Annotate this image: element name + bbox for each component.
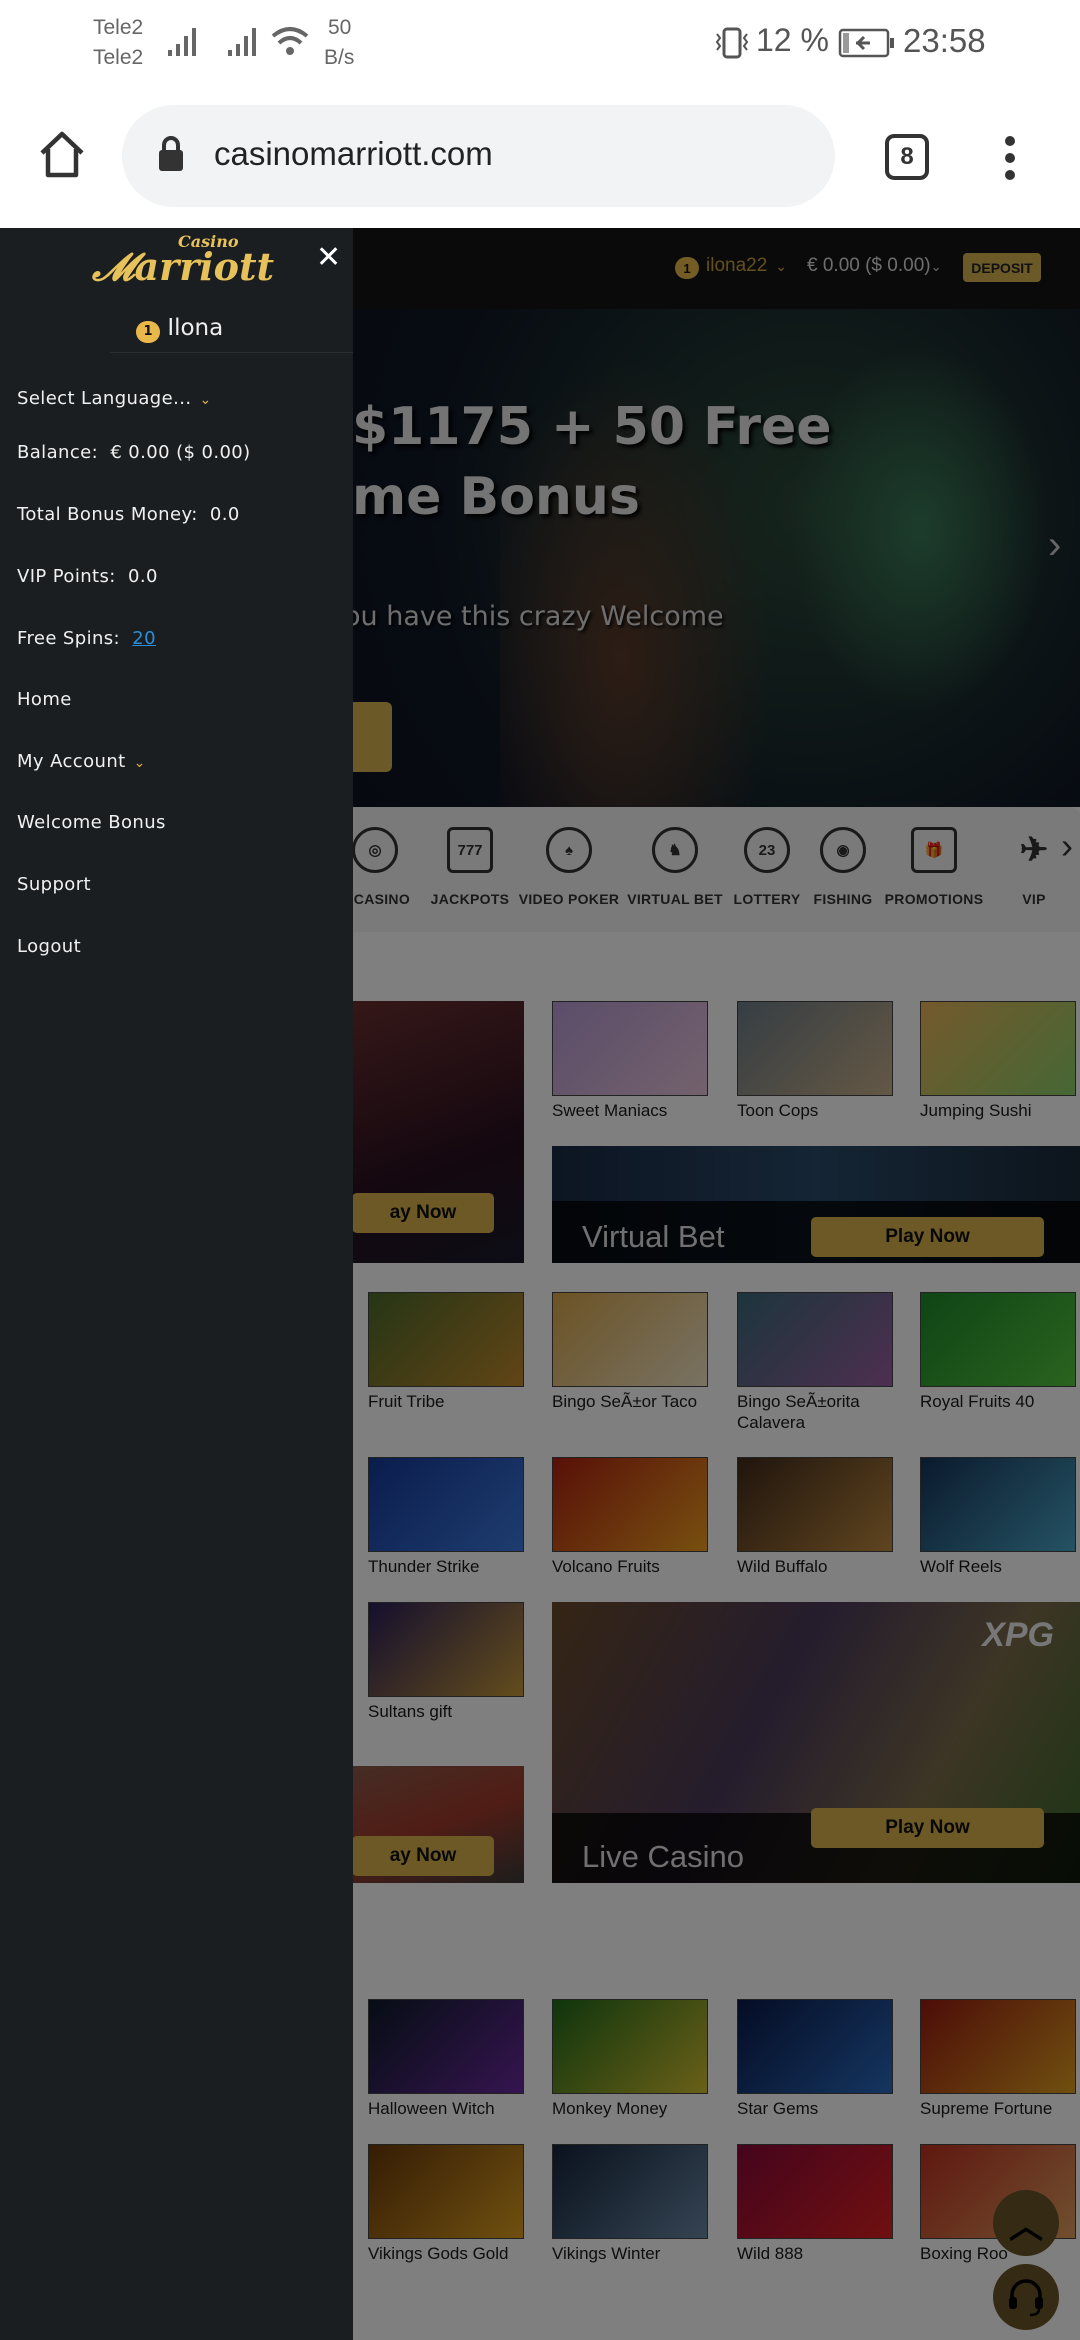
free-spins-link[interactable]: 20 bbox=[132, 628, 156, 649]
vip-value: 0.0 bbox=[127, 566, 158, 587]
lock-icon bbox=[159, 136, 183, 171]
carrier-1: Tele2 bbox=[93, 16, 144, 39]
clock: 23:58 bbox=[903, 22, 986, 59]
select-language-label: Select Language... bbox=[17, 388, 192, 409]
drawer-vip-points: VIP Points: 0.0 bbox=[17, 566, 158, 587]
signal-icon-2 bbox=[228, 28, 256, 56]
menu-my-account[interactable]: My Account ⌄ bbox=[17, 751, 146, 772]
net-speed-value: 50 bbox=[328, 16, 352, 39]
net-speed-unit: B/s bbox=[324, 46, 355, 69]
menu-logout[interactable]: Logout bbox=[17, 936, 81, 957]
menu-welcome-bonus[interactable]: Welcome Bonus bbox=[17, 812, 166, 833]
vip-label: VIP Points: bbox=[17, 566, 116, 587]
vibrate-icon bbox=[715, 27, 749, 59]
casino-marriott-logo[interactable]: 𝓜arriott Casino bbox=[92, 232, 274, 290]
battery-percent: 12 % bbox=[756, 22, 829, 58]
close-drawer-icon[interactable]: ✕ bbox=[316, 240, 341, 275]
status-bar: Tele2 Tele2 50 B/s 12 % 23:58 bbox=[0, 0, 1080, 75]
browser-toolbar: casinomarriott.com 8 bbox=[0, 75, 1080, 228]
my-account-label: My Account bbox=[17, 751, 126, 772]
drawer-balance: Balance: € 0.00 ($ 0.00) bbox=[17, 442, 251, 463]
url-text[interactable]: casinomarriott.com bbox=[214, 135, 493, 173]
menu-home[interactable]: Home bbox=[17, 689, 72, 710]
balance-value: € 0.00 ($ 0.00) bbox=[110, 442, 251, 463]
carrier-2: Tele2 bbox=[93, 46, 144, 69]
wifi-icon bbox=[271, 27, 309, 55]
home-icon[interactable] bbox=[38, 131, 86, 179]
drawer-username: Ilona bbox=[167, 315, 224, 341]
drawer-bonus-money: Total Bonus Money: 0.0 bbox=[17, 504, 240, 525]
level-badge: 1 bbox=[136, 320, 160, 343]
divider bbox=[110, 352, 353, 353]
menu-support[interactable]: Support bbox=[17, 874, 91, 895]
address-bar[interactable]: casinomarriott.com bbox=[122, 105, 835, 207]
battery-charging-icon bbox=[838, 28, 894, 58]
free-spins-label: Free Spins: bbox=[17, 628, 121, 649]
bonus-label: Total Bonus Money: bbox=[17, 504, 198, 525]
more-menu-icon[interactable] bbox=[996, 133, 1024, 183]
drawer-user: 1 Ilona bbox=[136, 315, 223, 343]
select-language-dropdown[interactable]: Select Language... ⌄ bbox=[17, 388, 212, 409]
chevron-down-icon: ⌄ bbox=[133, 755, 146, 771]
bonus-value: 0.0 bbox=[209, 504, 240, 525]
balance-label: Balance: bbox=[17, 442, 99, 463]
chevron-down-icon: ⌄ bbox=[199, 392, 212, 408]
drawer-free-spins: Free Spins: 20 bbox=[17, 628, 156, 649]
signal-icon bbox=[168, 28, 196, 56]
side-drawer: 𝓜arriott Casino ✕ 1 Ilona Select Language… bbox=[0, 228, 353, 2340]
tab-switcher-button[interactable]: 8 bbox=[885, 134, 929, 180]
